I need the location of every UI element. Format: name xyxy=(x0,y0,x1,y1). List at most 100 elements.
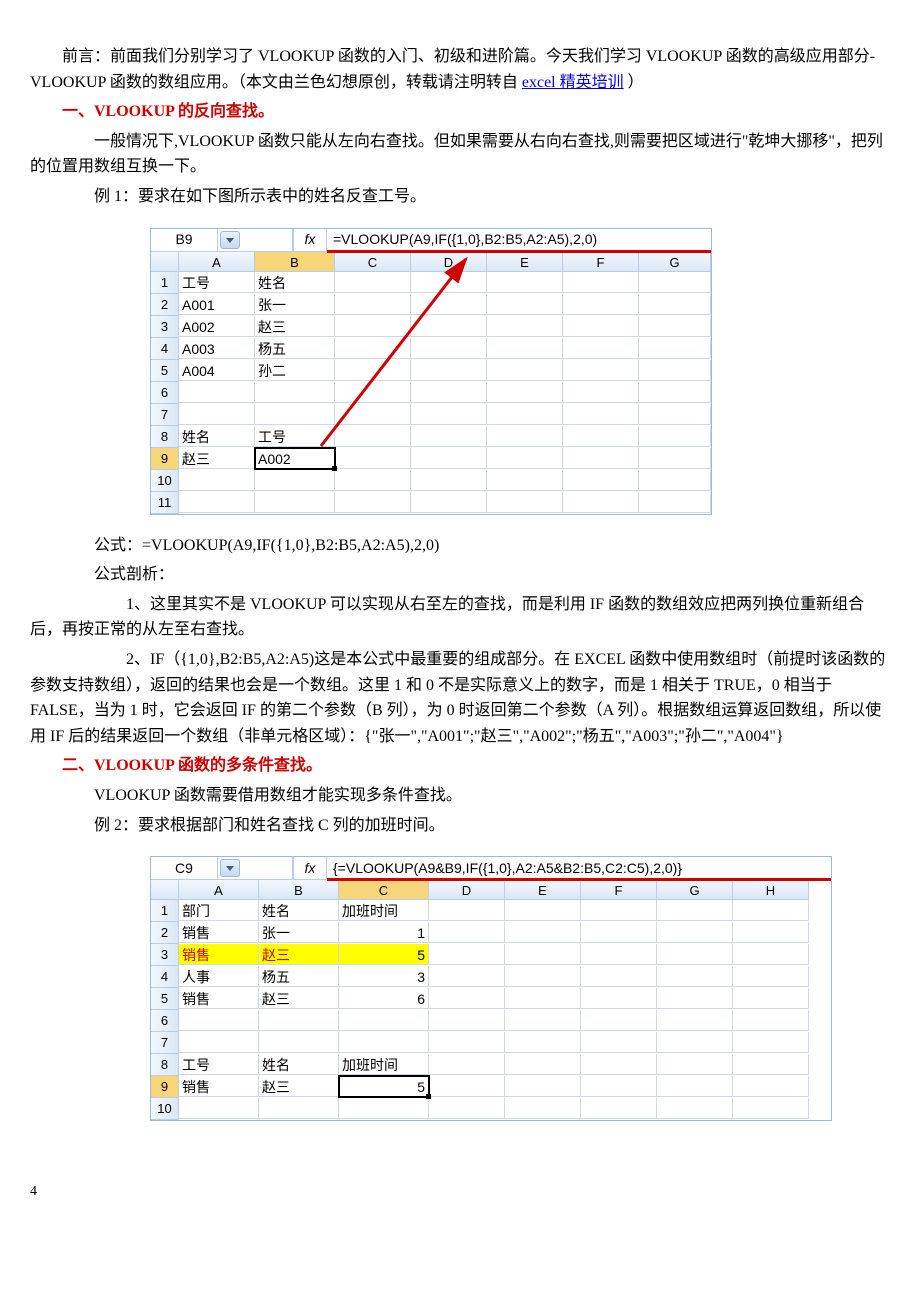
cell-E10[interactable] xyxy=(505,1098,581,1119)
cell-D10[interactable] xyxy=(429,1098,505,1119)
cell-D7[interactable] xyxy=(429,1032,505,1053)
cell-A2[interactable]: A001 xyxy=(179,294,255,315)
cell-D4[interactable] xyxy=(411,338,487,359)
col-header-G[interactable]: G xyxy=(639,252,711,272)
cell-F11[interactable] xyxy=(563,492,639,513)
cell-B10[interactable] xyxy=(259,1098,339,1119)
cell-A7[interactable] xyxy=(179,404,255,425)
cell-B8[interactable]: 工号 xyxy=(255,426,335,447)
cell-G7[interactable] xyxy=(639,404,711,425)
col-header-F[interactable]: F xyxy=(563,252,639,272)
cell-F6[interactable] xyxy=(581,1010,657,1031)
cell-D4[interactable] xyxy=(429,966,505,987)
cell-G6[interactable] xyxy=(639,382,711,403)
cell-G9[interactable] xyxy=(639,448,711,469)
cell-C11[interactable] xyxy=(335,492,411,513)
row-header-2[interactable]: 2 xyxy=(151,294,179,316)
cell-B5[interactable]: 孙二 xyxy=(255,360,335,381)
cell-C8[interactable] xyxy=(335,426,411,447)
cell-E8[interactable] xyxy=(505,1054,581,1075)
row-header-3[interactable]: 3 xyxy=(151,316,179,338)
col-header-D[interactable]: D xyxy=(429,880,505,900)
cell-E8[interactable] xyxy=(487,426,563,447)
cell-A10[interactable] xyxy=(179,1098,259,1119)
cell-D9[interactable] xyxy=(429,1076,505,1097)
cell-E5[interactable] xyxy=(505,988,581,1009)
cell-E6[interactable] xyxy=(505,1010,581,1031)
cell-B4[interactable]: 杨五 xyxy=(255,338,335,359)
row-header-7[interactable]: 7 xyxy=(151,1032,179,1054)
cell-F5[interactable] xyxy=(563,360,639,381)
col-header-E[interactable]: E xyxy=(487,252,563,272)
cell-C5[interactable] xyxy=(335,360,411,381)
cell-E6[interactable] xyxy=(487,382,563,403)
row-header-1[interactable]: 1 xyxy=(151,900,179,922)
cell-A6[interactable] xyxy=(179,1010,259,1031)
fx-icon[interactable]: fx xyxy=(293,229,327,251)
cell-H7[interactable] xyxy=(733,1032,809,1053)
cell-H8[interactable] xyxy=(733,1054,809,1075)
cell-G1[interactable] xyxy=(639,272,711,293)
cell-C5[interactable]: 6 xyxy=(339,988,429,1009)
cell-E2[interactable] xyxy=(487,294,563,315)
cell-A7[interactable] xyxy=(179,1032,259,1053)
row-header-4[interactable]: 4 xyxy=(151,338,179,360)
cell-C9[interactable]: 5 xyxy=(339,1076,429,1097)
name-box[interactable]: B9 xyxy=(151,229,218,251)
cell-E9[interactable] xyxy=(487,448,563,469)
cell-E4[interactable] xyxy=(505,966,581,987)
cell-G10[interactable] xyxy=(639,470,711,491)
cell-A1[interactable]: 工号 xyxy=(179,272,255,293)
cell-F6[interactable] xyxy=(563,382,639,403)
row-header-10[interactable]: 10 xyxy=(151,470,179,492)
cell-D2[interactable] xyxy=(429,922,505,943)
cell-C10[interactable] xyxy=(335,470,411,491)
cell-G4[interactable] xyxy=(639,338,711,359)
col-header-A[interactable]: A xyxy=(179,252,255,272)
row-header-9[interactable]: 9 xyxy=(151,448,179,470)
cell-C1[interactable]: 加班时间 xyxy=(339,900,429,921)
cell-B2[interactable]: 张一 xyxy=(255,294,335,315)
cell-E7[interactable] xyxy=(505,1032,581,1053)
col-header-A[interactable]: A xyxy=(179,880,259,900)
cell-A4[interactable]: 人事 xyxy=(179,966,259,987)
cell-E2[interactable] xyxy=(505,922,581,943)
row-header-4[interactable]: 4 xyxy=(151,966,179,988)
cell-A9[interactable]: 赵三 xyxy=(179,448,255,469)
cell-C7[interactable] xyxy=(335,404,411,425)
cell-C8[interactable]: 加班时间 xyxy=(339,1054,429,1075)
cell-F8[interactable] xyxy=(581,1054,657,1075)
cell-B2[interactable]: 张一 xyxy=(259,922,339,943)
row-header-7[interactable]: 7 xyxy=(151,404,179,426)
cell-H10[interactable] xyxy=(733,1098,809,1119)
cell-G10[interactable] xyxy=(657,1098,733,1119)
row-header-6[interactable]: 6 xyxy=(151,1010,179,1032)
name-box-dropdown-2[interactable] xyxy=(220,859,240,877)
cell-D5[interactable] xyxy=(411,360,487,381)
row-header-3[interactable]: 3 xyxy=(151,944,179,966)
cell-F4[interactable] xyxy=(563,338,639,359)
cell-C4[interactable]: 3 xyxy=(339,966,429,987)
cell-B1[interactable]: 姓名 xyxy=(255,272,335,293)
cell-F3[interactable] xyxy=(581,944,657,965)
corner-cell[interactable] xyxy=(151,880,179,900)
cell-C2[interactable] xyxy=(335,294,411,315)
cell-G5[interactable] xyxy=(657,988,733,1009)
cell-G2[interactable] xyxy=(639,294,711,315)
cell-G5[interactable] xyxy=(639,360,711,381)
cell-G3[interactable] xyxy=(657,944,733,965)
cell-F9[interactable] xyxy=(563,448,639,469)
cell-B3[interactable]: 赵三 xyxy=(255,316,335,337)
cell-A3[interactable]: 销售 xyxy=(179,944,259,965)
formula-text[interactable]: =VLOOKUP(A9,IF({1,0},B2:B5,A2:A5),2,0) xyxy=(327,229,711,251)
cell-B1[interactable]: 姓名 xyxy=(259,900,339,921)
col-header-H[interactable]: H xyxy=(733,880,809,900)
cell-D11[interactable] xyxy=(411,492,487,513)
cell-B6[interactable] xyxy=(259,1010,339,1031)
cell-F2[interactable] xyxy=(563,294,639,315)
col-header-F[interactable]: F xyxy=(581,880,657,900)
cell-E9[interactable] xyxy=(505,1076,581,1097)
cell-H9[interactable] xyxy=(733,1076,809,1097)
row-header-11[interactable]: 11 xyxy=(151,492,179,514)
cell-C6[interactable] xyxy=(335,382,411,403)
